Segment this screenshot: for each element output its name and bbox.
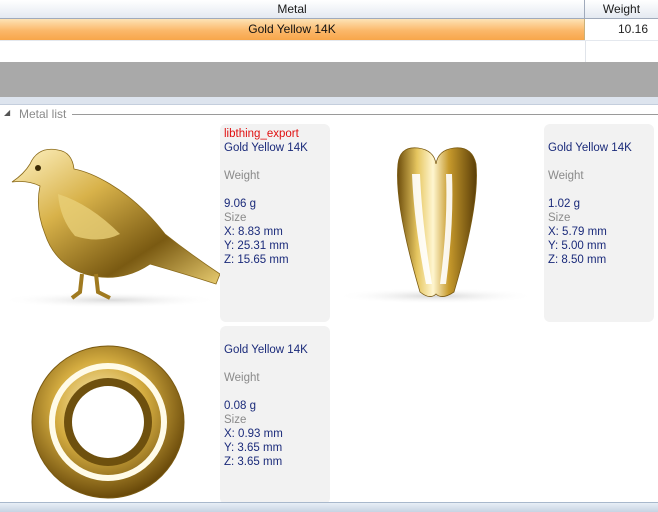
size-z: Z: 3.65 mm — [224, 456, 283, 468]
table-row-empty[interactable] — [0, 40, 658, 62]
metal-info-panel: Gold Yellow 14K Weight 0.08 g Size X: 0.… — [220, 326, 330, 504]
size-x: X: 5.79 mm — [548, 226, 607, 238]
cell-empty — [0, 41, 586, 62]
metal-name: Gold Yellow 14K — [224, 344, 308, 356]
export-label: libthing_export — [224, 128, 299, 140]
empty-area — [0, 62, 658, 97]
table-row[interactable]: Gold Yellow 14K 10.16 — [0, 19, 658, 40]
size-y: Y: 25.31 mm — [224, 240, 289, 252]
metal-name: Gold Yellow 14K — [548, 142, 632, 154]
size-label: Size — [224, 212, 247, 224]
weight-value: 1.02 g — [548, 198, 580, 210]
column-header-weight[interactable]: Weight — [585, 0, 658, 18]
metal-info-panel: Gold Yellow 14K Weight 1.02 g Size X: 5.… — [544, 124, 654, 322]
size-z: Z: 8.50 mm — [548, 254, 607, 266]
metal-name: Gold Yellow 14K — [224, 142, 308, 154]
cell-weight[interactable]: 10.16 — [585, 19, 658, 40]
bail-loop-icon — [336, 147, 536, 304]
metal-list-title: Metal list — [19, 107, 67, 121]
grid-header: Metal Weight — [0, 0, 658, 19]
column-header-metal[interactable]: Metal — [0, 0, 585, 18]
weight-value: 9.06 g — [224, 198, 256, 210]
size-y: Y: 5.00 mm — [548, 240, 607, 252]
weight-label: Weight — [224, 372, 260, 384]
size-x: X: 0.93 mm — [224, 428, 283, 440]
bird-figurine-icon — [0, 148, 220, 308]
weight-value: 0.08 g — [224, 400, 256, 412]
collapse-icon[interactable]: ◢ — [4, 108, 10, 117]
weight-label: Weight — [548, 170, 584, 182]
divider — [72, 114, 658, 115]
size-z: Z: 15.65 mm — [224, 254, 289, 266]
size-y: Y: 3.65 mm — [224, 442, 283, 454]
metal-info-panel: libthing_export Gold Yellow 14K Weight 9… — [220, 124, 330, 322]
jump-ring-icon — [31, 345, 185, 499]
cell-metal[interactable]: Gold Yellow 14K — [0, 19, 585, 40]
size-x: X: 8.83 mm — [224, 226, 283, 238]
metal-list-header[interactable]: ◢ Metal list — [0, 104, 658, 124]
size-label: Size — [224, 414, 247, 426]
weight-label: Weight — [224, 170, 260, 182]
size-label: Size — [548, 212, 571, 224]
